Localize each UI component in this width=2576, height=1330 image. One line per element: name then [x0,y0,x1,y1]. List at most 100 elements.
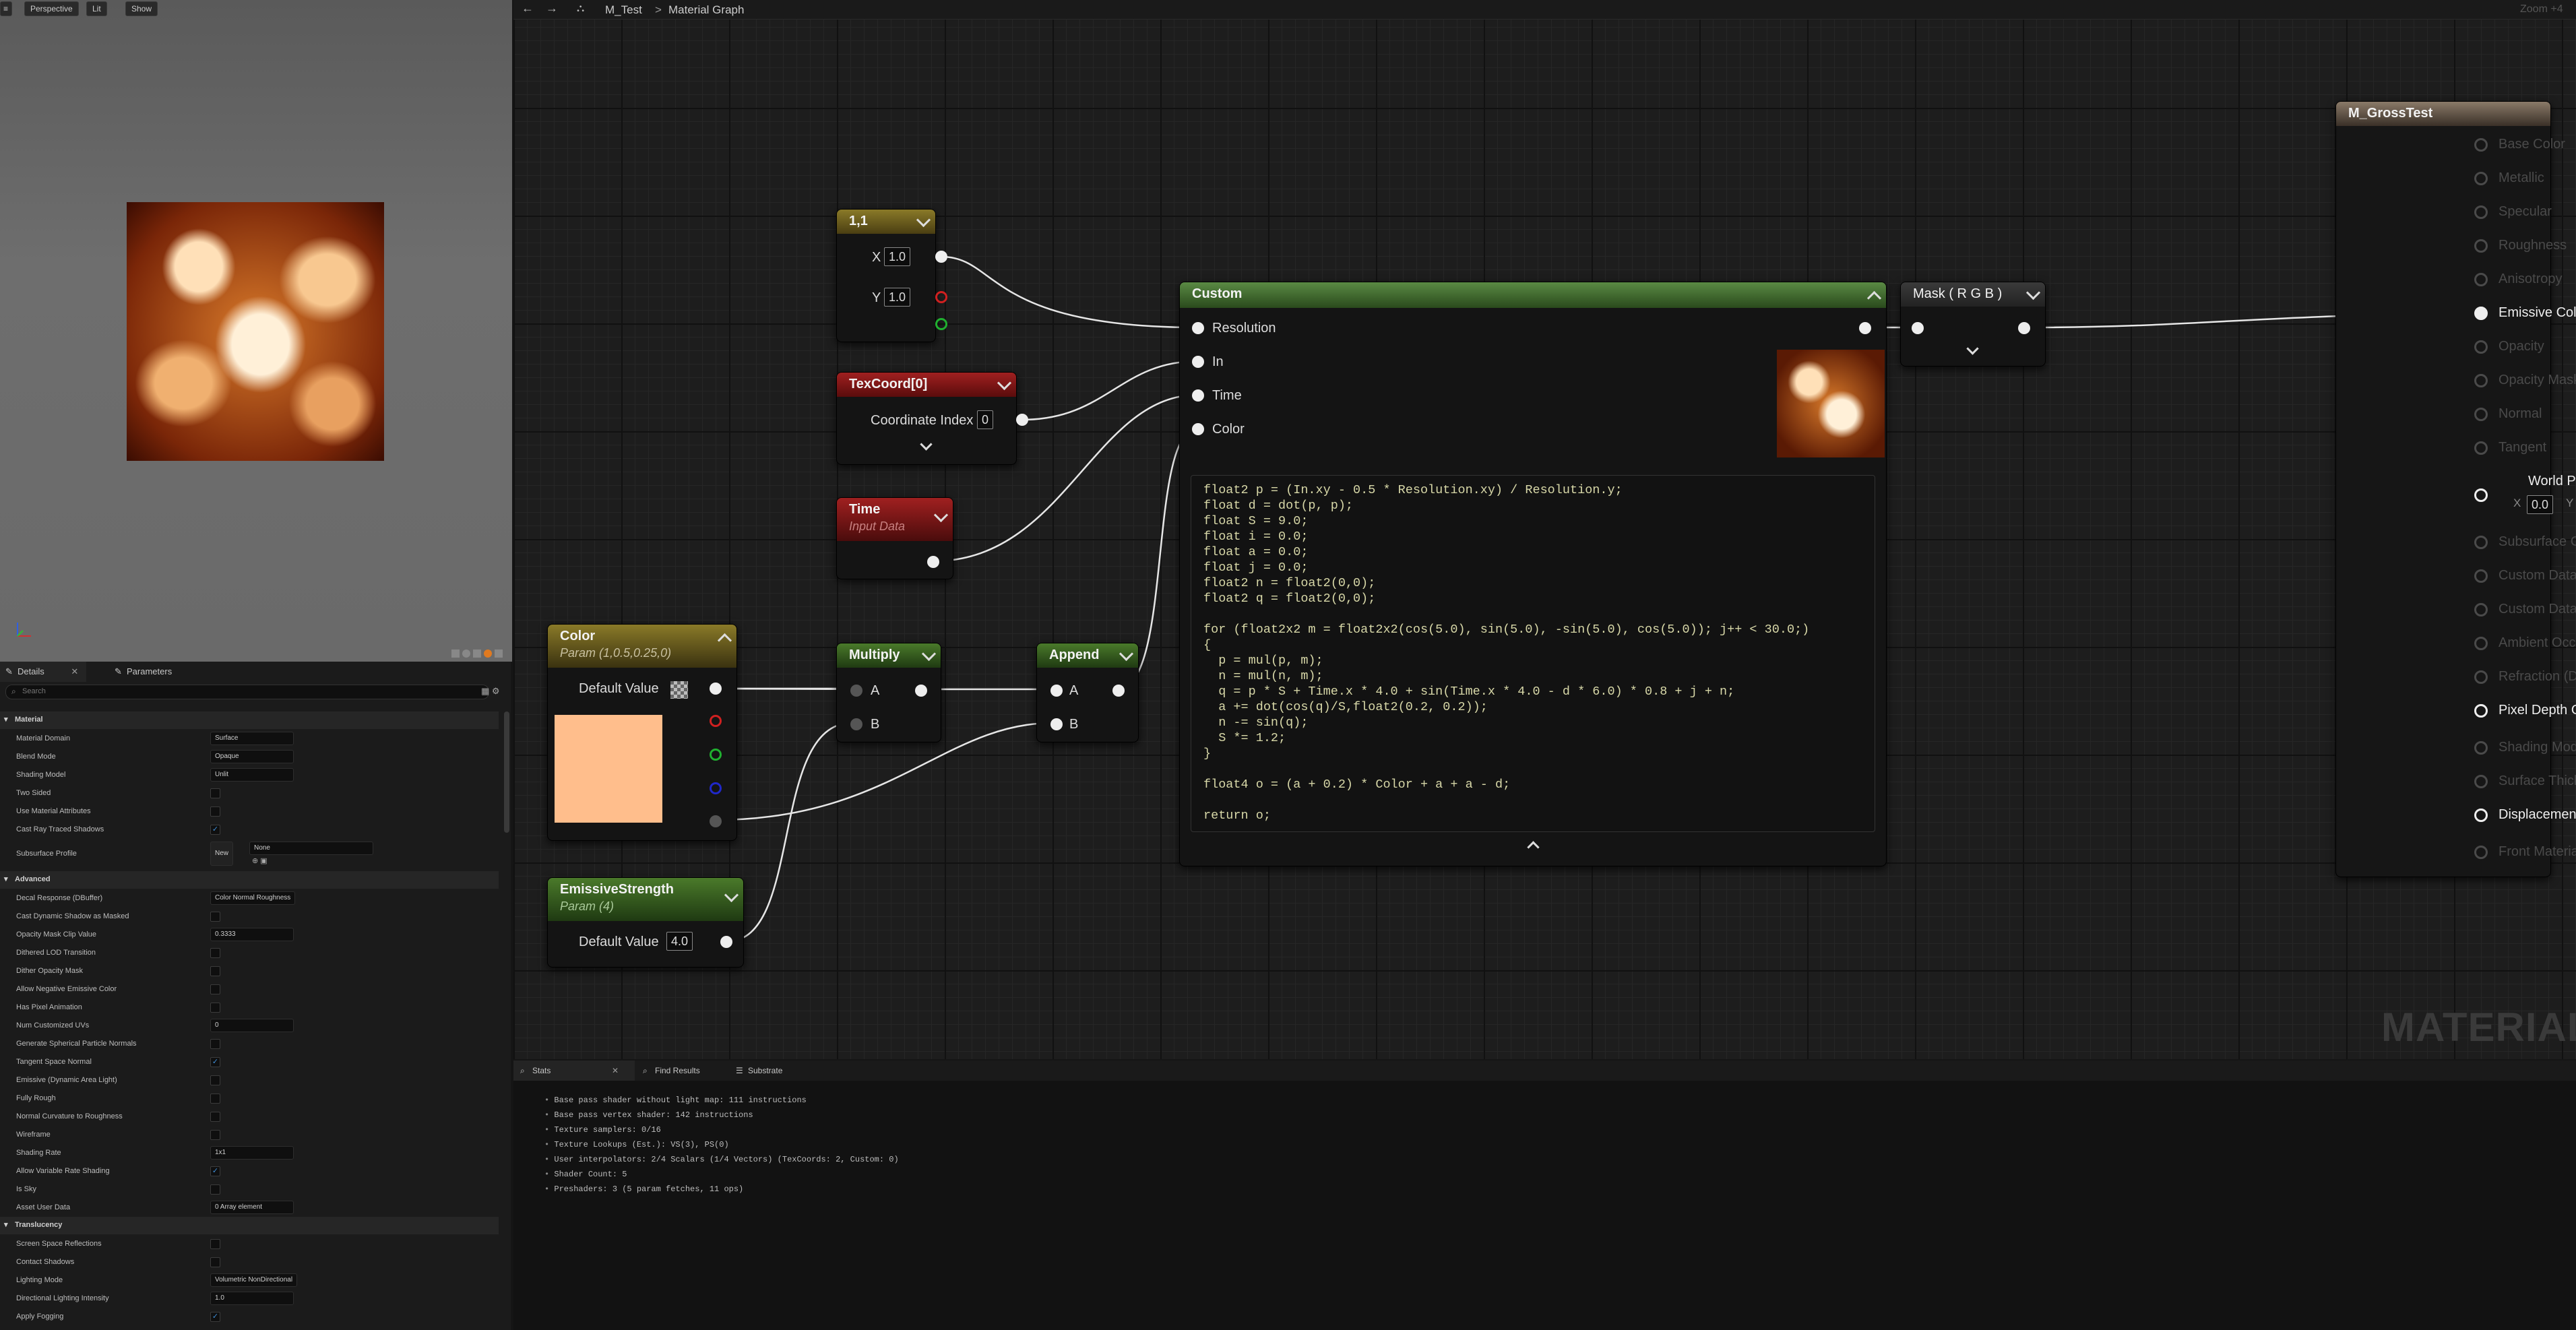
append-input-b-pin[interactable] [1050,718,1063,730]
property-checkbox[interactable] [210,1239,220,1249]
output-pin-r[interactable] [935,291,947,303]
color-output-r[interactable] [710,715,722,727]
property-checkbox[interactable] [210,912,220,922]
property-value[interactable]: Surface [210,732,294,745]
result-pin[interactable] [2474,307,2488,320]
emissive-value-input[interactable]: 4.0 [666,932,693,951]
subsurface-profile-dropdown[interactable]: None [249,842,373,855]
property-checkbox[interactable] [210,1112,220,1122]
property-checkbox[interactable] [210,948,220,958]
result-pin[interactable] [2474,239,2488,253]
property-value[interactable]: 0 [210,1019,294,1032]
property-checkbox[interactable] [210,984,220,994]
append-node[interactable]: Append A B [1036,643,1139,742]
color-preview-swatch[interactable] [555,715,662,823]
multiply-node[interactable]: Multiply A B [836,643,941,742]
details-scrollbar[interactable] [504,711,509,833]
color-output-g[interactable] [710,749,722,761]
output-pin-g[interactable] [935,318,947,330]
append-output-pin[interactable] [1112,685,1125,697]
custom-input-time-pin[interactable] [1192,389,1204,402]
category-material[interactable]: ▾ Material [0,711,499,729]
result-pin[interactable] [2474,536,2488,549]
mask-input-pin[interactable] [1912,322,1924,334]
tab-find-results[interactable]: ⌕ Find Results [636,1060,708,1081]
multiply-output-pin[interactable] [915,685,927,697]
result-pin[interactable] [2474,846,2488,859]
result-pin[interactable] [2474,441,2488,455]
collapse-chevron-icon[interactable] [724,887,739,903]
property-checkbox[interactable] [210,1257,220,1267]
mask-output-pin[interactable] [2018,322,2030,334]
close-tab-icon[interactable]: ✕ [71,666,78,676]
append-input-a-pin[interactable] [1050,685,1063,697]
property-checkbox[interactable]: ✓ [210,825,220,835]
lit-button[interactable]: Lit [86,1,107,16]
material-graph-canvas[interactable]: ← → ⛬ M_Test > Material Graph Zoom +4 1,… [513,0,2576,1059]
property-value[interactable]: Unlit [210,768,294,782]
output-pin-rg[interactable] [935,251,947,263]
code-editor[interactable]: float2 p = (In.xy - 0.5 * Resolution.xy)… [1191,475,1875,832]
component-mask-node[interactable]: Mask ( R G B ) [1900,282,2046,367]
property-value[interactable]: 0.3333 [210,928,294,941]
tab-substrate[interactable]: ☰ Substrate [729,1060,790,1081]
tab-parameters[interactable]: ✎ Parameters [109,662,180,682]
collapse-chevron-icon[interactable] [921,646,937,662]
custom-input-color-pin[interactable] [1192,423,1204,435]
property-value[interactable]: 1.0 [210,1292,294,1305]
custom-output-pin[interactable] [1859,322,1871,334]
property-checkbox[interactable] [210,788,220,798]
emissive-output-pin[interactable] [720,936,732,948]
property-checkbox[interactable]: ✓ [210,1312,220,1322]
result-pin[interactable] [2474,569,2488,583]
property-value[interactable]: Color Normal Roughness [210,891,296,905]
material-preview-viewport[interactable]: ≡ Perspective Lit Show [0,0,512,662]
property-value[interactable]: 1x1 [210,1146,294,1160]
checker-swatch-icon[interactable] [670,681,688,699]
property-checkbox[interactable] [210,966,220,976]
preview-shape-toolbar[interactable] [450,648,511,659]
emissive-strength-node[interactable]: EmissiveStrength Param (4) Default Value… [547,877,744,968]
collapse-chevron-icon[interactable] [2025,285,2041,300]
result-pin[interactable] [2474,138,2488,152]
result-pin[interactable] [2474,340,2488,354]
custom-input-resolution-pin[interactable] [1192,322,1204,334]
vec2-x-input[interactable]: 1.0 [884,247,911,266]
color-output-pin[interactable] [710,683,722,695]
multiply-input-b-pin[interactable] [850,718,862,730]
property-value[interactable]: Volumetric NonDirectional [210,1273,298,1287]
result-pin[interactable] [2474,775,2488,788]
property-matrix-icon[interactable]: ▦ ⚙ [481,686,500,697]
custom-hlsl-node[interactable]: Custom Resolution In Time Color float2 p… [1179,282,1887,866]
property-checkbox[interactable] [210,1003,220,1013]
result-pin[interactable] [2474,205,2488,219]
property-checkbox[interactable]: ✓ [210,1166,220,1176]
time-output-pin[interactable] [927,556,939,568]
property-checkbox[interactable] [210,1130,220,1140]
property-checkbox[interactable] [210,806,220,817]
result-pin[interactable] [2474,670,2488,684]
texcoord-node[interactable]: TexCoord[0] Coordinate Index 0 [836,372,1028,465]
result-pin[interactable] [2474,809,2488,822]
constant-vector2-node[interactable]: 1,1 X 1.0 Y 1.0 [836,209,947,342]
new-profile-button[interactable]: New [210,842,234,866]
result-pin[interactable] [2474,741,2488,755]
result-pin[interactable] [2474,704,2488,718]
property-checkbox[interactable]: ✓ [210,1057,220,1067]
tab-stats[interactable]: ⌕ Stats ✕ [513,1060,635,1081]
collapse-chevron-icon[interactable] [916,212,931,228]
wpo-x-input[interactable]: 0.0 [2527,495,2554,514]
collapse-chevron-icon[interactable] [997,375,1012,391]
category-translucency[interactable]: ▾ Translucency [0,1217,499,1234]
collapse-chevron-icon[interactable] [1866,290,1882,306]
result-pin[interactable] [2474,603,2488,616]
result-pin[interactable] [2474,637,2488,650]
multiply-input-a-pin[interactable] [850,685,862,697]
property-checkbox[interactable] [210,1094,220,1104]
category-advanced[interactable]: ▾ Advanced [0,871,499,889]
details-search-input[interactable]: ⌕ Search [5,685,489,699]
custom-input-in-pin[interactable] [1192,356,1204,368]
collapse-chevron-icon[interactable] [1119,646,1134,662]
collapse-chevron-icon[interactable] [933,507,949,523]
perspective-button[interactable]: Perspective [24,1,79,16]
